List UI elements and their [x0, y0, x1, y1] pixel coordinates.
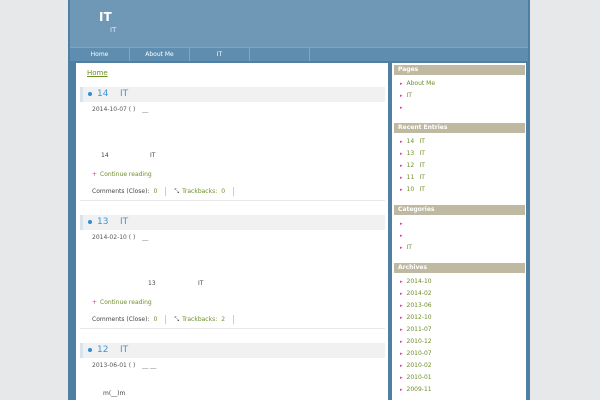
entry-label: IT: [419, 138, 425, 145]
post-meta: 2014-02-10 ( ) __: [92, 234, 148, 241]
site-header: IT IT: [70, 0, 528, 47]
post-body-text: m(__)m: [103, 390, 126, 397]
post-category[interactable]: __ __: [142, 362, 156, 369]
post-date: 2013-06-01 ( ): [92, 362, 136, 369]
post-number: 14: [97, 89, 109, 99]
entry-number: 12: [406, 162, 415, 169]
entry-number: 13: [406, 150, 415, 157]
list-item[interactable]: 2011-07: [400, 324, 432, 336]
list-item[interactable]: 2010-02: [400, 360, 432, 372]
list-item[interactable]: IT: [400, 90, 435, 102]
pages-list: About Me IT: [400, 78, 436, 114]
trackback-icon: ⤡: [174, 315, 180, 323]
footer-divider: [233, 187, 235, 196]
post-body-it: IT: [150, 152, 156, 159]
list-item[interactable]: 10 IT: [400, 184, 425, 196]
widget-title-recent-entries: Recent Entries: [394, 123, 525, 133]
list-item[interactable]: 2010-07: [400, 348, 432, 360]
post-body-it: IT: [198, 280, 204, 287]
main-nav: Home About Me IT: [70, 47, 528, 61]
footer-divider: [165, 187, 167, 196]
continue-reading-link[interactable]: Continue reading: [92, 299, 152, 306]
footer-divider: [233, 315, 235, 324]
bullet-icon: [88, 92, 92, 96]
list-item[interactable]: About Me: [400, 78, 436, 90]
post-number: 13: [97, 217, 109, 227]
entry-label: IT: [419, 150, 425, 157]
list-item[interactable]: 2009-11: [400, 384, 432, 396]
comments-label: Comments (Close):: [92, 188, 150, 195]
list-item[interactable]: 11 IT: [400, 172, 425, 184]
post-12: 12 IT 2013-06-01 ( ) __ __ m(__)m: [80, 343, 385, 400]
post-number: 12: [97, 345, 109, 355]
list-item[interactable]: 12 IT: [400, 160, 425, 172]
post-title-link[interactable]: IT: [120, 217, 128, 227]
trackbacks-label[interactable]: Trackbacks:: [182, 316, 217, 323]
post-title-bar: 13 IT: [80, 215, 385, 230]
post-title-link[interactable]: IT: [120, 89, 128, 99]
list-item[interactable]: [400, 218, 412, 230]
entry-number: 14: [406, 138, 415, 145]
entry-number: 10: [406, 186, 415, 193]
trackback-icon: ⤡: [174, 187, 180, 195]
post-footer: Comments (Close): 0 ⤡ Trackbacks: 2: [92, 315, 242, 324]
entry-label: IT: [419, 162, 425, 169]
post-footer: Comments (Close): 0 ⤡ Trackbacks: 0: [92, 187, 242, 196]
post-category[interactable]: __: [142, 106, 148, 113]
trackbacks-count[interactable]: 0: [221, 188, 225, 195]
trackbacks-count[interactable]: 2: [221, 316, 225, 323]
post-category[interactable]: __: [142, 234, 148, 241]
list-item[interactable]: [400, 102, 435, 114]
site-title[interactable]: IT: [99, 10, 112, 24]
list-item[interactable]: 2012-10: [400, 312, 432, 324]
post-meta: 2013-06-01 ( ) __ __: [92, 362, 156, 369]
post-body-number: 14: [101, 152, 109, 159]
list-item[interactable]: 2010-01: [400, 372, 432, 384]
post-14: 14 IT 2014-10-07 ( ) __ 14 IT Continue r…: [80, 87, 385, 203]
list-item[interactable]: 2014-10: [400, 276, 432, 288]
comments-count[interactable]: 0: [153, 316, 157, 323]
footer-divider: [165, 315, 167, 324]
breadcrumb-home[interactable]: Home: [87, 69, 108, 77]
list-item[interactable]: 2014-02: [400, 288, 432, 300]
post-date: 2014-10-07 ( ): [92, 106, 136, 113]
list-item[interactable]: 2013-06: [400, 300, 432, 312]
post-date: 2014-02-10 ( ): [92, 234, 136, 241]
nav-item-home[interactable]: Home: [70, 48, 130, 61]
post-meta: 2014-10-07 ( ) __: [92, 106, 148, 113]
post-title-link[interactable]: IT: [120, 345, 128, 355]
post-title-bar: 12 IT: [80, 343, 385, 358]
entry-number: 11: [406, 174, 415, 181]
trackbacks-label[interactable]: Trackbacks:: [182, 188, 217, 195]
bullet-icon: [88, 348, 92, 352]
widget-title-archives: Archives: [394, 263, 525, 273]
recent-entries-list: 14 IT 13 IT 12 IT 11 IT 10 IT: [400, 136, 425, 196]
post-divider: [80, 328, 385, 329]
nav-item-about-me[interactable]: About Me: [130, 48, 190, 61]
entry-label: IT: [419, 186, 425, 193]
list-item[interactable]: IT: [400, 242, 412, 254]
archives-list: 2014-10 2014-02 2013-06 2012-10 2011-07 …: [400, 276, 432, 396]
list-item[interactable]: 14 IT: [400, 136, 425, 148]
widget-title-categories: Categories: [394, 205, 525, 215]
post-13: 13 IT 2014-02-10 ( ) __ 13 IT Continue r…: [80, 215, 385, 331]
comments-count[interactable]: 0: [153, 188, 157, 195]
post-title-bar: 14 IT: [80, 87, 385, 102]
post-divider: [80, 200, 385, 201]
categories-list: IT: [400, 218, 412, 254]
post-body-number: 13: [148, 280, 156, 287]
comments-label: Comments (Close):: [92, 316, 150, 323]
sidebar: Pages About Me IT Recent Entries 14 IT 13…: [392, 63, 526, 400]
entry-label: IT: [419, 174, 425, 181]
nav-item-it[interactable]: IT: [190, 48, 250, 61]
site-subtitle: IT: [110, 26, 117, 34]
list-item[interactable]: 13 IT: [400, 148, 425, 160]
list-item[interactable]: 2010-12: [400, 336, 432, 348]
bullet-icon: [88, 220, 92, 224]
nav-item-empty[interactable]: [250, 48, 310, 61]
list-item[interactable]: [400, 230, 412, 242]
main-content: Home 14 IT 2014-10-07 ( ) __ 14 IT Conti…: [76, 63, 388, 400]
continue-reading-link[interactable]: Continue reading: [92, 171, 152, 178]
widget-title-pages: Pages: [394, 65, 525, 75]
